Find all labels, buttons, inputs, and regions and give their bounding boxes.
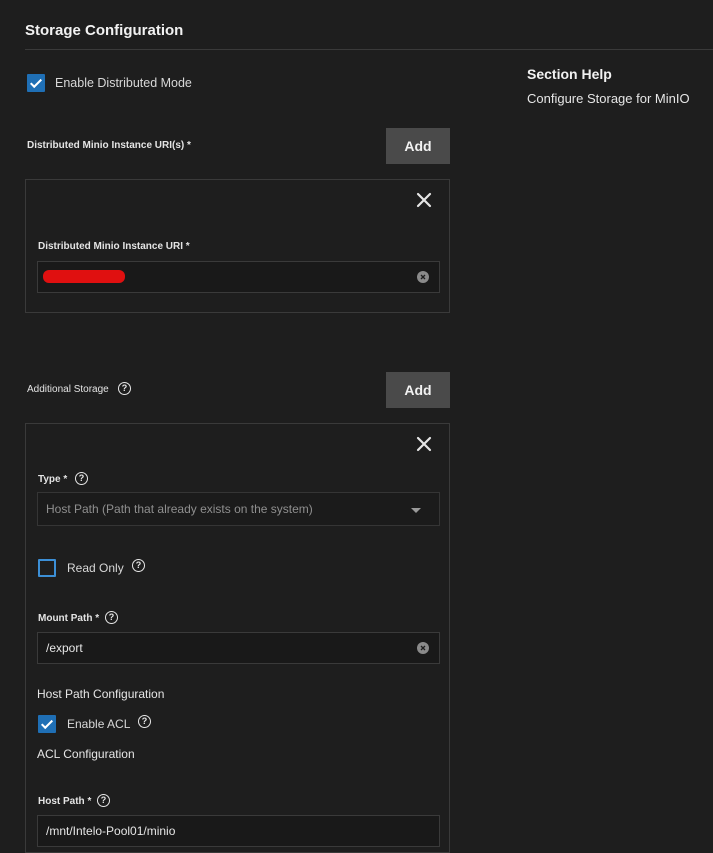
read-only-label: Read Only — [67, 561, 124, 575]
enable-distributed-label: Enable Distributed Mode — [55, 76, 192, 90]
distributed-uri-input[interactable] — [37, 261, 440, 293]
mount-path-label: Mount Path * — [38, 613, 100, 624]
type-select-value: Host Path (Path that already exists on t… — [46, 502, 313, 516]
distributed-uri-item: Distributed Minio Instance URI * — [25, 179, 450, 313]
type-select[interactable]: Host Path (Path that already exists on t… — [37, 492, 440, 526]
host-path-input[interactable]: /mnt/Intelo-Pool01/minio — [37, 815, 440, 847]
section-help-title: Section Help — [527, 66, 612, 82]
enable-acl-label: Enable ACL — [67, 717, 131, 731]
host-path-label: Host Path * — [38, 796, 92, 807]
clear-input-icon[interactable] — [417, 271, 429, 283]
header-divider — [25, 49, 713, 50]
mount-path-input[interactable]: /export — [37, 632, 440, 664]
distributed-uri-field-label: Distributed Minio Instance URI * — [38, 241, 190, 252]
close-icon[interactable] — [415, 435, 433, 453]
section-title: Storage Configuration — [25, 22, 184, 39]
help-icon[interactable]: ? — [138, 715, 151, 728]
clear-input-icon[interactable] — [417, 642, 429, 654]
mount-path-value: /export — [46, 641, 83, 655]
help-icon[interactable]: ? — [75, 472, 88, 485]
additional-storage-label: Additional Storage — [27, 384, 109, 395]
type-label: Type * — [38, 474, 68, 485]
read-only-checkbox[interactable] — [38, 559, 56, 577]
help-icon[interactable]: ? — [118, 382, 131, 395]
host-path-value: /mnt/Intelo-Pool01/minio — [46, 824, 176, 838]
help-icon[interactable]: ? — [105, 611, 118, 624]
host-path-configuration-heading: Host Path Configuration — [37, 687, 165, 701]
section-help-text: Configure Storage for MinIO — [527, 91, 690, 106]
additional-storage-item: Type * ? Host Path (Path that already ex… — [25, 423, 450, 853]
close-icon[interactable] — [415, 191, 433, 209]
enable-distributed-checkbox[interactable] — [27, 74, 45, 92]
chevron-down-icon — [411, 508, 421, 513]
add-additional-storage-button[interactable]: Add — [386, 372, 450, 408]
distributed-uris-label: Distributed Minio Instance URI(s) * — [27, 140, 191, 151]
add-distributed-uri-button[interactable]: Add — [386, 128, 450, 164]
help-icon[interactable]: ? — [97, 794, 110, 807]
acl-configuration-heading: ACL Configuration — [37, 747, 135, 761]
enable-acl-checkbox[interactable] — [38, 715, 56, 733]
redaction-mark — [43, 270, 125, 283]
help-icon[interactable]: ? — [132, 559, 145, 572]
